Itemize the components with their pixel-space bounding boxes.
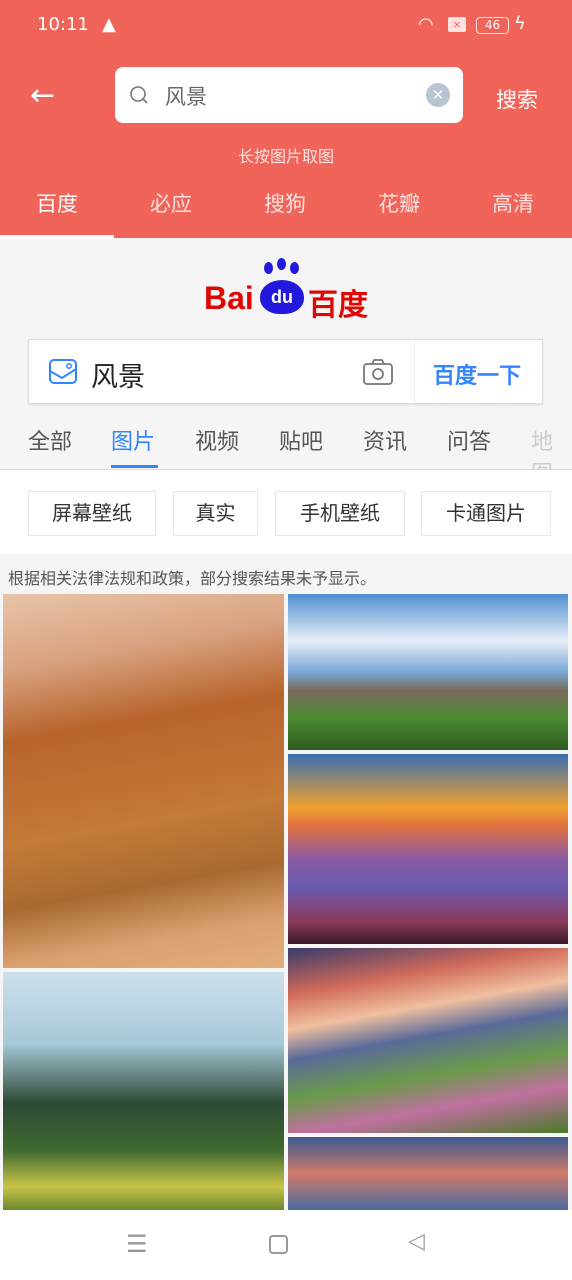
clock: 10:11 bbox=[37, 14, 89, 35]
baidu-submit-button[interactable]: 百度一下 bbox=[433, 358, 521, 390]
wifi-icon: ◠ bbox=[418, 14, 434, 35]
web-content: Bai du 百度 风景 百度一下 全部 图片 视频 贴吧 资讯 问答 地图 屏… bbox=[0, 238, 572, 1210]
camera-icon[interactable] bbox=[363, 358, 393, 386]
chip-cartoon[interactable]: 卡通图片 bbox=[421, 491, 551, 536]
tab-all[interactable]: 全部 bbox=[28, 424, 72, 456]
warning-icon: ▲ bbox=[102, 14, 116, 35]
charging-icon: ϟ bbox=[514, 13, 526, 34]
hint-text: 长按图片取图 bbox=[237, 147, 334, 166]
engine-tab-baidu[interactable]: 百度 bbox=[0, 188, 114, 218]
system-nav-bar: ☰ ◁ bbox=[0, 1210, 572, 1280]
image-result[interactable] bbox=[3, 972, 284, 1210]
tab-news[interactable]: 资讯 bbox=[363, 424, 407, 456]
tab-images[interactable]: 图片 bbox=[111, 424, 155, 456]
engine-tab-huaban[interactable]: 花瓣 bbox=[342, 188, 456, 218]
baidu-query: 风景 bbox=[91, 362, 145, 393]
search-button[interactable]: 搜索 bbox=[496, 84, 538, 114]
tab-tieba[interactable]: 贴吧 bbox=[279, 424, 323, 456]
baidu-logo: Bai du 百度 bbox=[204, 258, 374, 323]
back-arrow-icon[interactable]: ← bbox=[30, 78, 55, 113]
tab-qa[interactable]: 问答 bbox=[447, 424, 491, 456]
chip-phone-wallpaper[interactable]: 手机壁纸 bbox=[275, 491, 405, 536]
home-icon[interactable] bbox=[269, 1235, 288, 1254]
battery-icon: 46 bbox=[476, 17, 509, 34]
tab-indicator bbox=[111, 465, 158, 468]
search-input[interactable]: 风景 ✕ bbox=[115, 67, 463, 123]
menu-icon[interactable]: ☰ bbox=[126, 1230, 148, 1258]
engine-tab-hd[interactable]: 高清 bbox=[456, 188, 570, 218]
back-icon[interactable]: ◁ bbox=[408, 1229, 425, 1254]
engine-tab-sogou[interactable]: 搜狗 bbox=[228, 188, 342, 218]
image-search-icon[interactable] bbox=[49, 359, 77, 385]
engine-tab-bing[interactable]: 必应 bbox=[114, 188, 228, 218]
sim-off-icon: × bbox=[448, 17, 466, 32]
image-result[interactable] bbox=[288, 754, 568, 944]
chip-real[interactable]: 真实 bbox=[173, 491, 258, 536]
image-result[interactable] bbox=[288, 948, 568, 1133]
search-icon bbox=[130, 86, 148, 104]
image-result[interactable] bbox=[288, 594, 568, 750]
clear-icon[interactable]: ✕ bbox=[426, 83, 450, 107]
tab-video[interactable]: 视频 bbox=[195, 424, 239, 456]
app-header: 10:11 ▲ ◠ × 46 ϟ ← 风景 ✕ 搜索 长按图片取图 百度 必应 … bbox=[0, 0, 572, 239]
notice-text: 根据相关法律法规和政策，部分搜索结果未予显示。 bbox=[8, 569, 377, 588]
baidu-search-box[interactable]: 风景 百度一下 bbox=[28, 339, 543, 404]
image-result[interactable] bbox=[3, 594, 284, 968]
image-result[interactable] bbox=[288, 1137, 568, 1210]
chip-screen-wallpaper[interactable]: 屏幕壁纸 bbox=[28, 491, 156, 536]
search-query: 风景 bbox=[165, 85, 207, 109]
